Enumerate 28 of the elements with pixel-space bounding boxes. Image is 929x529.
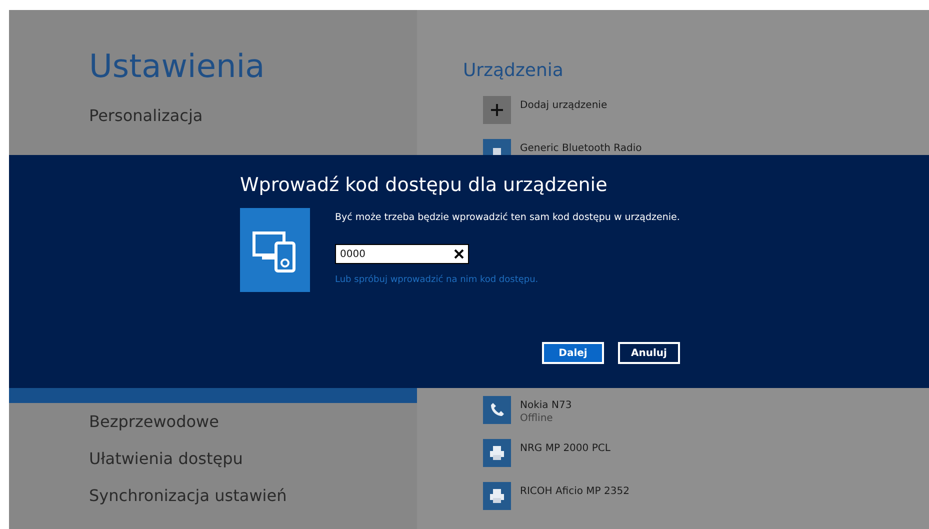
device-tile[interactable] <box>483 482 511 510</box>
printer-icon <box>489 489 505 503</box>
plus-icon <box>490 103 504 117</box>
device-status: Offline <box>520 412 554 425</box>
cancel-button[interactable]: Anuluj <box>618 342 680 364</box>
devices-tile-icon <box>240 208 310 292</box>
device-name: Nokia N73 <box>520 399 572 412</box>
settings-category[interactable]: Ułatwienia dostępu <box>9 440 417 477</box>
device-name: NRG MP 2000 PCL <box>520 442 610 455</box>
manual-passcode-link[interactable]: Lub spróbuj wprowadzić na nim kod dostępu. <box>335 275 680 285</box>
settings-category[interactable]: Personalizacja <box>9 97 417 134</box>
device-name: Generic Bluetooth Radio <box>520 142 642 155</box>
settings-category[interactable]: Synchronizacja ustawień <box>9 477 417 514</box>
devices-heading: Urządzenia <box>463 60 564 82</box>
settings-category[interactable]: Bezprzewodowe <box>9 403 417 440</box>
device-name: Dodaj urządzenie <box>520 99 608 112</box>
printer-icon <box>489 446 505 460</box>
next-button[interactable]: Dalej <box>542 342 604 364</box>
device-tile[interactable] <box>483 96 511 124</box>
device-name: RICOH Aficio MP 2352 <box>520 485 630 498</box>
passcode-field[interactable]: 0000 <box>335 244 469 264</box>
clear-icon[interactable] <box>454 249 464 259</box>
device-tile[interactable] <box>483 396 511 424</box>
phone-icon <box>489 402 505 418</box>
device-tile[interactable] <box>483 439 511 467</box>
dialog-title: Wprowadź kod dostępu dla urządzenie <box>240 173 608 197</box>
settings-title: Ustawienia <box>89 46 266 86</box>
dialog-message: Być może trzeba będzie wprowadzić ten sam kod dostępu w urządzenie. <box>335 212 680 223</box>
